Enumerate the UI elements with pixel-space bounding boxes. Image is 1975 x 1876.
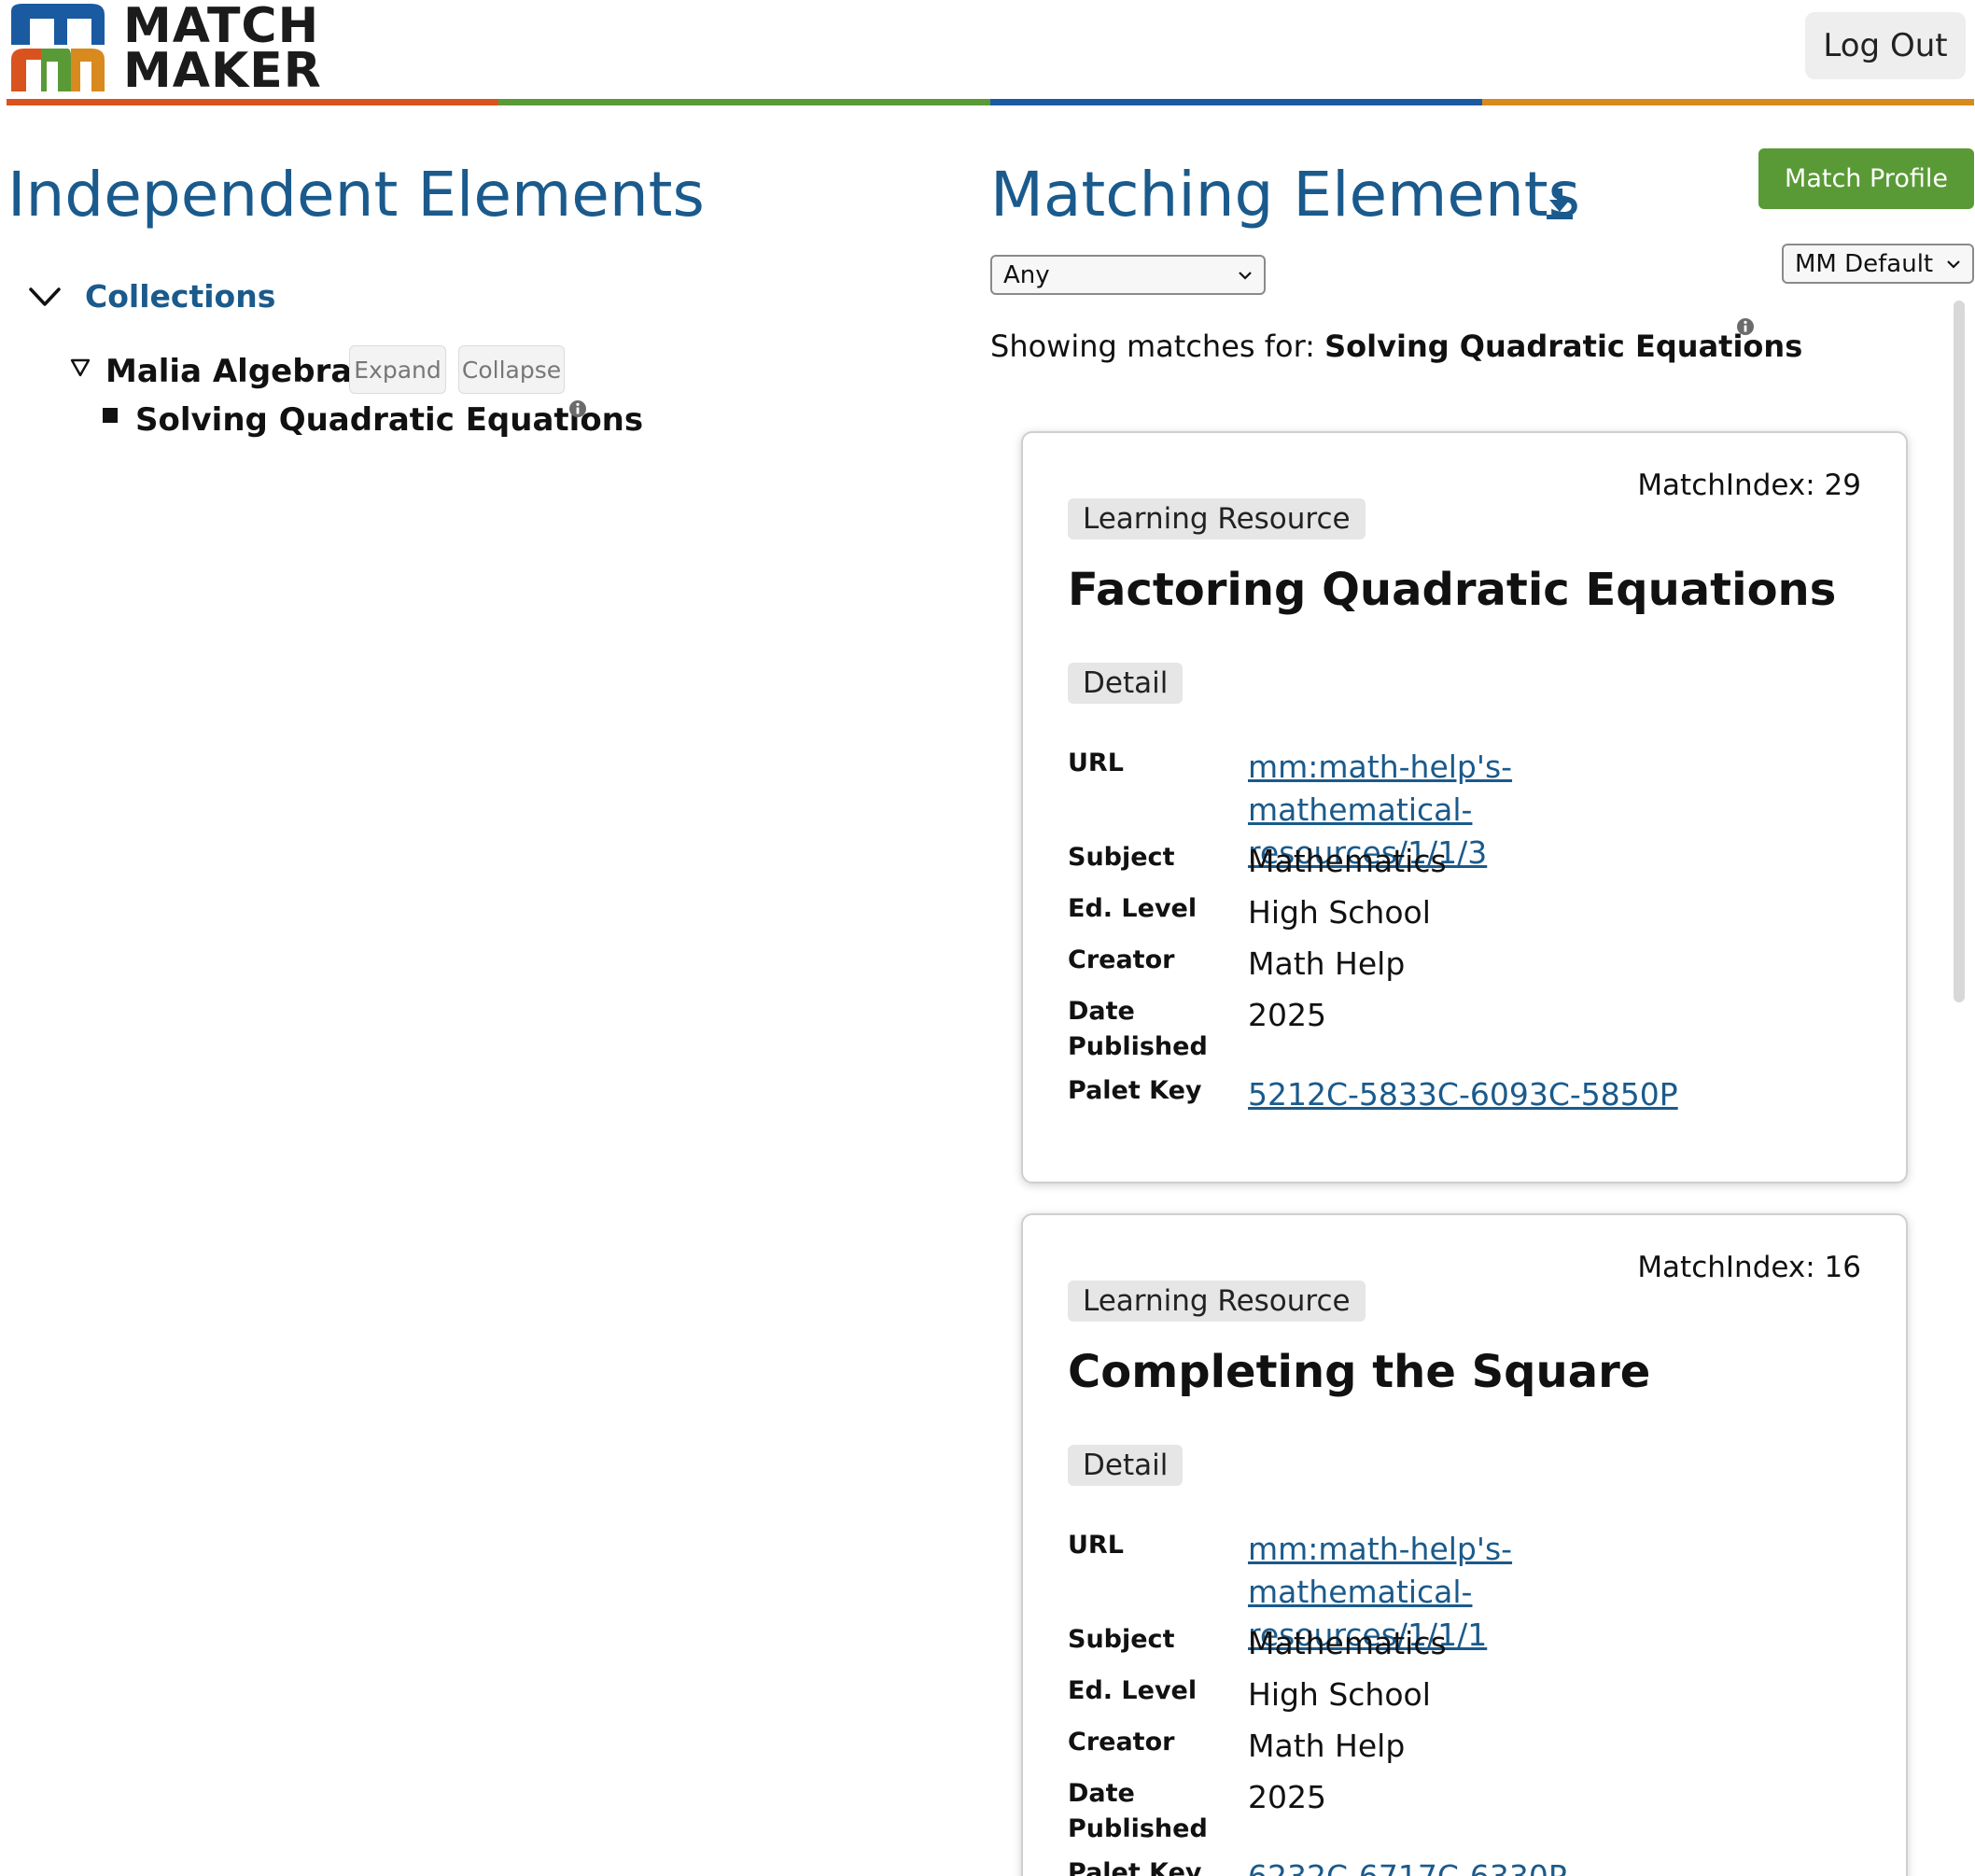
- resource-type-badge: Learning Resource: [1068, 1281, 1366, 1322]
- expand-button[interactable]: Expand: [349, 345, 446, 394]
- field-value: 2025: [1248, 1779, 1326, 1815]
- chevron-down-icon[interactable]: [26, 278, 63, 315]
- match-card: MatchIndex: 29 Learning Resource Factori…: [1021, 431, 1908, 1183]
- color-bar-segment-orange: [7, 99, 498, 105]
- info-icon[interactable]: [568, 399, 587, 418]
- match-results-list[interactable]: MatchIndex: 29 Learning Resource Factori…: [990, 299, 1974, 1876]
- match-profile-value: MM Default: [1795, 249, 1934, 278]
- field-label: Subject: [1068, 1625, 1175, 1654]
- field-label: Creator: [1068, 1728, 1175, 1757]
- tree-leaf-bullet: [103, 408, 118, 423]
- collection-name[interactable]: Malia Algebra 1: [105, 353, 385, 390]
- matching-elements-title: Matching Elements: [990, 159, 1581, 231]
- color-bar-segment-blue: [990, 99, 1482, 105]
- field-label: URL: [1068, 749, 1124, 777]
- match-filter-select[interactable]: Any: [990, 255, 1266, 295]
- field-label: Palet Key: [1068, 1858, 1202, 1876]
- resource-type-badge: Learning Resource: [1068, 498, 1366, 539]
- field-value: High School: [1248, 894, 1431, 931]
- detail-badge: Detail: [1068, 663, 1184, 704]
- app-logo[interactable]: MATCH MAKER: [9, 2, 321, 95]
- field-value: 2025: [1248, 997, 1326, 1033]
- palet-key-link[interactable]: 6232C-6717C-6330P: [1248, 1855, 1733, 1876]
- field-label: URL: [1068, 1531, 1124, 1560]
- detail-badge: Detail: [1068, 1445, 1184, 1486]
- field-label: Subject: [1068, 843, 1175, 872]
- field-label: Ed. Level: [1068, 894, 1198, 923]
- match-title[interactable]: Completing the Square: [1068, 1346, 1650, 1398]
- match-index: MatchIndex: 16: [1637, 1251, 1861, 1284]
- field-label: Date Published: [1068, 1779, 1208, 1843]
- header-color-bar: [7, 99, 1974, 105]
- collapse-button[interactable]: Collapse: [458, 345, 565, 394]
- logo-mark-icon: [11, 4, 105, 91]
- independent-elements-title: Independent Elements: [7, 159, 705, 231]
- color-bar-segment-gold: [1482, 99, 1974, 105]
- tree-item-solving-quadratic-equations[interactable]: Solving Quadratic Equations: [135, 401, 643, 439]
- chevron-down-icon: [1947, 259, 1960, 269]
- chevron-down-icon: [1239, 271, 1252, 280]
- field-label: Creator: [1068, 945, 1175, 974]
- match-title[interactable]: Factoring Quadratic Equations: [1068, 564, 1836, 616]
- match-profile-select[interactable]: MM Default: [1782, 244, 1974, 284]
- logo-word-maker: MAKER: [123, 43, 322, 99]
- field-value: Mathematics: [1248, 843, 1447, 879]
- field-value: Mathematics: [1248, 1625, 1447, 1661]
- match-filter-value: Any: [1003, 260, 1050, 289]
- field-value: Math Help: [1248, 945, 1406, 982]
- field-value: Math Help: [1248, 1728, 1406, 1764]
- match-index: MatchIndex: 29: [1637, 469, 1861, 502]
- color-bar-segment-green: [498, 99, 990, 105]
- field-label: Ed. Level: [1068, 1676, 1198, 1705]
- download-icon[interactable]: [1544, 185, 1576, 222]
- log-out-button[interactable]: Log Out: [1805, 12, 1966, 79]
- scrollbar-thumb[interactable]: [1954, 301, 1965, 1002]
- collections-toggle[interactable]: Collections: [85, 278, 275, 315]
- tree-expanded-triangle-icon[interactable]: [70, 357, 91, 378]
- field-value: High School: [1248, 1676, 1431, 1713]
- palet-key-link[interactable]: 5212C-5833C-6093C-5850P: [1248, 1073, 1733, 1116]
- match-card: MatchIndex: 16 Learning Resource Complet…: [1021, 1213, 1908, 1876]
- field-label: Palet Key: [1068, 1076, 1202, 1105]
- field-label: Date Published: [1068, 997, 1208, 1061]
- match-profile-button[interactable]: Match Profile: [1758, 148, 1974, 209]
